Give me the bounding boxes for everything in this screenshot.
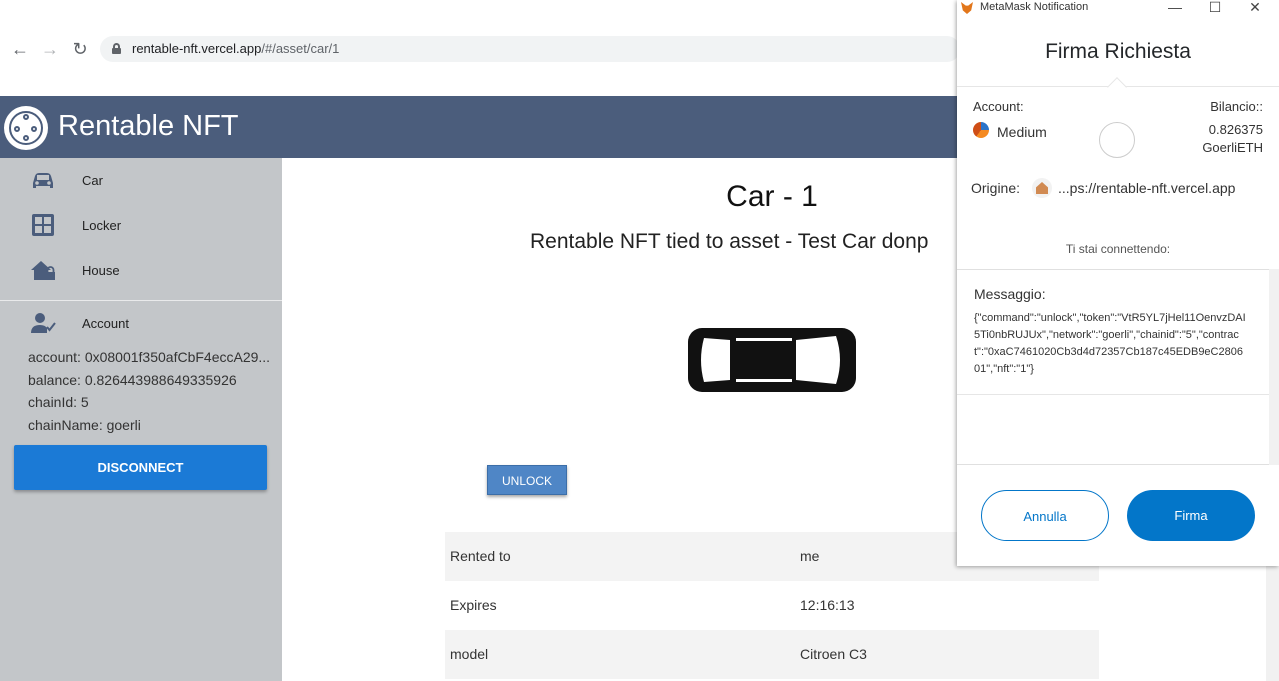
table-row: Expires 12:16:13: [445, 581, 1099, 630]
account-avatar-icon: [973, 122, 989, 138]
sidebar-item-locker[interactable]: Locker: [0, 205, 282, 245]
address-bar[interactable]: rentable-nft.vercel.app/#/asset/car/1: [100, 36, 960, 62]
row-key: Rented to: [450, 548, 511, 564]
message-box: Messaggio: {"command":"unlock","token":"…: [957, 269, 1269, 465]
metamask-window: MetaMask Notification — ☐ ✕ Firma Richie…: [957, 0, 1279, 566]
account-check-icon: [31, 313, 56, 333]
house-lock-icon: [31, 261, 55, 280]
origin-label: Origine:: [971, 180, 1021, 196]
account-name: Medium: [997, 124, 1047, 140]
metamask-fox-icon: [961, 2, 973, 14]
identicon-placeholder: [1099, 122, 1135, 158]
account-chainname: chainName: goerli: [28, 417, 141, 433]
app-logo-icon: [4, 106, 48, 150]
row-key: model: [450, 646, 489, 662]
sidebar-divider: [0, 300, 282, 301]
reload-icon[interactable]: ↻: [69, 38, 91, 60]
app-title: Rentable NFT: [58, 110, 239, 142]
cancel-button[interactable]: Annulla: [981, 490, 1109, 541]
message-scrollbar[interactable]: [1269, 269, 1279, 465]
close-icon[interactable]: ✕: [1245, 0, 1265, 16]
row-key: Expires: [450, 597, 497, 613]
car-icon: [33, 173, 53, 188]
signature-heading: Firma Richiesta: [1045, 40, 1191, 63]
balance-label: Bilancio::: [1210, 99, 1263, 114]
back-icon[interactable]: ←: [9, 38, 31, 60]
sidebar-item-label: Account: [82, 316, 129, 331]
car-topview-icon: [688, 328, 856, 392]
maximize-icon[interactable]: ☐: [1205, 0, 1225, 16]
balance-unit: GoerliETH: [1202, 140, 1263, 155]
origin-url: ...ps://rentable-nft.vercel.app: [1058, 180, 1236, 196]
account-chainid: chainId: 5: [28, 394, 89, 410]
message-divider: [957, 394, 1269, 395]
sidebar-item-label: Locker: [82, 218, 122, 233]
connecting-text: Ti stai connettendo:: [1065, 242, 1171, 256]
url-text: rentable-nft.vercel.app/#/asset/car/1: [132, 41, 339, 56]
disconnect-button[interactable]: DISCONNECT: [14, 445, 267, 490]
account-label: Account:: [973, 99, 1024, 114]
sidebar-item-account[interactable]: Account: [0, 303, 282, 343]
sign-button[interactable]: Firma: [1127, 490, 1255, 541]
row-value: Citroen C3: [800, 646, 867, 662]
url-path: /#/asset/car/1: [261, 41, 340, 56]
unlock-button[interactable]: UNLOCK: [487, 465, 567, 495]
row-value: me: [800, 548, 820, 564]
locker-icon: [32, 214, 54, 236]
table-row: model Citroen C3: [445, 630, 1099, 679]
page-subtitle: Rentable NFT tied to asset - Test Car do…: [530, 230, 929, 253]
sidebar-item-house[interactable]: House: [0, 250, 282, 290]
window-title: MetaMask Notification: [980, 1, 1089, 13]
sidebar-item-label: House: [82, 263, 120, 278]
minimize-icon[interactable]: —: [1165, 0, 1185, 15]
site-favicon-icon: [1032, 178, 1052, 198]
sidebar: Car Locker House Account account: 0x0800…: [0, 158, 282, 681]
message-text: {"command":"unlock","token":"VtR5YL7jHel…: [974, 312, 1246, 375]
lock-icon[interactable]: [112, 43, 121, 54]
sidebar-item-label: Car: [82, 173, 103, 188]
account-address: account: 0x08001f350afCbF4eccA29...: [28, 349, 271, 365]
page-scrollbar[interactable]: [1266, 566, 1279, 681]
window-titlebar: MetaMask Notification — ☐ ✕: [957, 0, 1279, 16]
row-value: 12:16:13: [800, 597, 855, 613]
balance-value: 0.826375: [1208, 122, 1263, 137]
forward-icon[interactable]: →: [39, 38, 61, 60]
account-balance: balance: 0.826443988649335926: [28, 372, 237, 388]
message-title: Messaggio:: [974, 286, 1046, 302]
sidebar-item-car[interactable]: Car: [0, 160, 282, 200]
header-notch: [1107, 77, 1127, 97]
url-host: rentable-nft.vercel.app: [132, 41, 262, 56]
